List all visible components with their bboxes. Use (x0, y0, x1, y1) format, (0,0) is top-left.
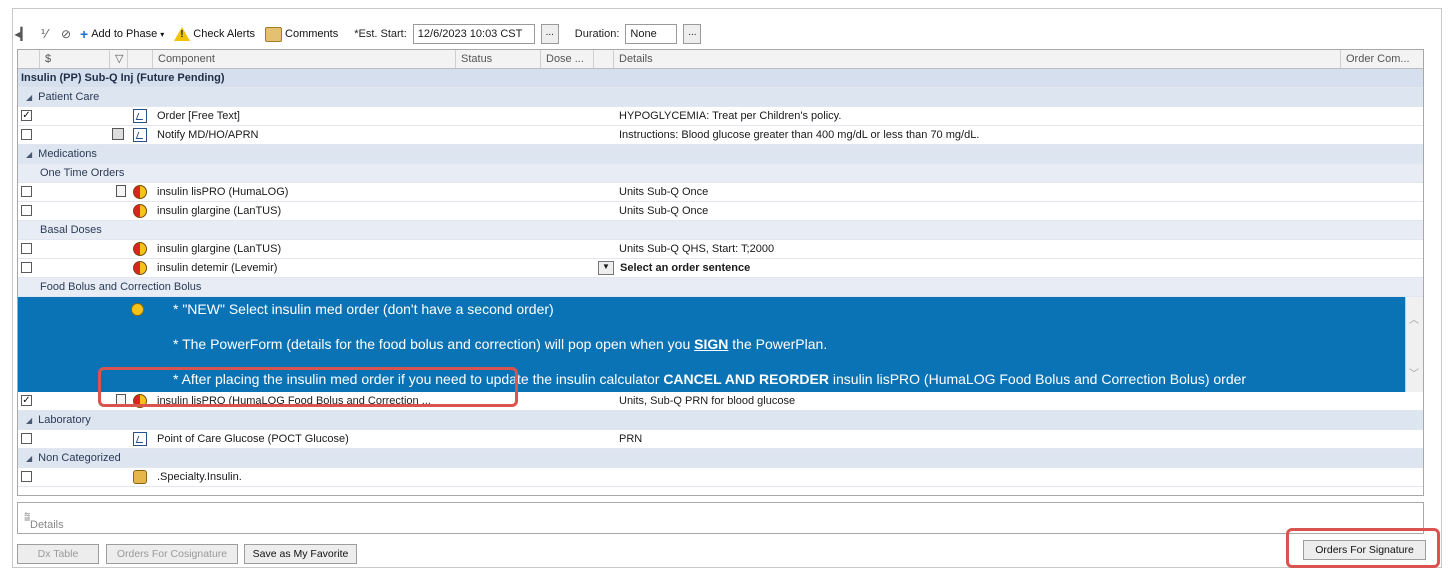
order-details: PRN (619, 433, 643, 445)
plan-title-row[interactable]: Insulin (PP) Sub-Q Inj (Future Pending) (18, 69, 1423, 88)
order-component: Notify MD/HO/APRN (157, 129, 259, 141)
add-to-phase-button[interactable]: + Add to Phase ▾ (80, 27, 164, 41)
col-select (18, 50, 40, 68)
order-checkbox[interactable] (21, 471, 32, 482)
order-details: Units Sub-Q Once (619, 205, 709, 217)
order-row[interactable]: Point of Care Glucose (POCT Glucose) PRN (18, 430, 1423, 449)
order-note-icon (133, 109, 147, 123)
save-as-favorite-button[interactable]: Save as My Favorite (244, 544, 357, 564)
grid-header: $ ▽ Component Status Dose ... Details Or… (18, 50, 1423, 69)
order-details: Units, Sub-Q PRN for blood glucose (619, 395, 796, 407)
highlight-lispro-food-order (98, 367, 518, 407)
collapse-triangle-icon[interactable]: ◢ (26, 416, 32, 425)
category-medications[interactable]: ◢ Medications (18, 145, 1423, 164)
details-pane[interactable]: ⩰ Details (17, 502, 1424, 534)
warning-icon (174, 27, 191, 41)
medication-pill-icon (133, 204, 147, 218)
col-order-comments[interactable]: Order Com... (1341, 50, 1423, 68)
specialty-icon (133, 470, 147, 484)
order-checkbox[interactable] (21, 205, 32, 216)
order-row[interactable]: insulin glargine (LanTUS) Units Sub-Q QH… (18, 240, 1423, 259)
dropdown-arrow-icon[interactable]: ▼ (598, 261, 614, 276)
col-filter[interactable]: ▽ (110, 50, 128, 68)
order-component: Order [Free Text] (157, 110, 240, 122)
plus-icon: + (80, 26, 89, 42)
order-checkbox[interactable] (21, 243, 32, 254)
highlight-orders-for-signature (1286, 528, 1440, 568)
collapse-arrow-icon[interactable]: ◂▎ (14, 26, 30, 42)
collapse-triangle-icon[interactable]: ◢ (26, 454, 32, 463)
order-checkbox[interactable]: ✓ (21, 395, 32, 406)
category-patient-care[interactable]: ◢ Patient Care (18, 88, 1423, 107)
banner-line-1: * "NEW" Select insulin med order (don't … (173, 301, 554, 317)
reference-doc-icon[interactable] (112, 128, 124, 140)
order-sentence-dropdown[interactable]: ▼ Select an order sentence (598, 259, 750, 277)
order-note-icon (133, 128, 147, 142)
scroll-down-icon[interactable]: ﹀ (1409, 365, 1419, 380)
duration-picker-button[interactable]: ... (683, 24, 702, 44)
duration-label: Duration: (574, 28, 620, 40)
subcategory-basal: Basal Doses (18, 221, 1423, 240)
dropdown-caret-icon: ▾ (160, 29, 165, 39)
order-note-icon (133, 432, 147, 446)
order-component: insulin glargine (LanTUS) (157, 243, 282, 255)
comments-button[interactable]: Comments (265, 26, 338, 42)
col-spacer (594, 50, 614, 68)
order-row[interactable]: insulin lisPRO (HumaLOG) Units Sub-Q Onc… (18, 183, 1423, 202)
order-component: Point of Care Glucose (POCT Glucose) (157, 433, 349, 445)
toolbar: ◂▎ ⅟ ⊘ + Add to Phase▾ Check Alerts Comm… (14, 22, 702, 46)
order-row[interactable]: insulin glargine (LanTUS) Units Sub-Q On… (18, 202, 1423, 221)
check-alerts-button[interactable]: Check Alerts (174, 27, 255, 41)
category-laboratory[interactable]: ◢ Laboratory (18, 411, 1423, 430)
reference-doc-icon[interactable] (116, 185, 126, 197)
col-dollar[interactable]: $ (40, 50, 110, 68)
order-checkbox[interactable] (21, 433, 32, 444)
orders-for-cosignature-button[interactable]: Orders For Cosignature (106, 544, 238, 564)
order-component: insulin glargine (LanTUS) (157, 205, 282, 217)
order-row[interactable]: .Specialty.Insulin. (18, 468, 1423, 487)
cancel-circle-icon[interactable]: ⊘ (58, 26, 74, 42)
order-row[interactable]: insulin detemir (Levemir) ▼ Select an ord… (18, 259, 1423, 278)
order-component: insulin detemir (Levemir) (157, 262, 278, 274)
orders-grid: $ ▽ Component Status Dose ... Details Or… (17, 49, 1424, 496)
est-start-field[interactable]: 12/6/2023 10:03 CST (412, 24, 535, 44)
lightbulb-icon (131, 303, 144, 316)
banner-line-2: * The PowerForm (details for the food bo… (173, 336, 828, 352)
order-details: Units Sub-Q QHS, Start: T;2000 (619, 243, 775, 255)
dx-table-button[interactable]: Dx Table (17, 544, 99, 564)
medication-pill-icon (133, 185, 147, 199)
order-checkbox[interactable] (21, 186, 32, 197)
order-checkbox[interactable]: ✓ (21, 110, 32, 121)
category-non-categorized[interactable]: ◢ Non Categorized (18, 449, 1423, 468)
subcategory-food-bolus: Food Bolus and Correction Bolus (18, 278, 1423, 297)
col-component[interactable]: Component (153, 50, 456, 68)
est-start-picker-button[interactable]: ... (540, 24, 559, 44)
col-icon (128, 50, 153, 68)
col-dose[interactable]: Dose ... (541, 50, 594, 68)
order-details: Units Sub-Q Once (619, 186, 709, 198)
order-component: .Specialty.Insulin. (157, 471, 242, 483)
comments-icon (265, 26, 283, 42)
order-checkbox[interactable] (21, 262, 32, 273)
phase-icon[interactable]: ⅟ (36, 26, 52, 42)
scroll-up-icon[interactable]: ︿ (1409, 311, 1419, 326)
order-details: HYPOGLYCEMIA: Treat per Children's polic… (619, 110, 842, 122)
subcategory-one-time: One Time Orders (18, 164, 1423, 183)
order-component: insulin lisPRO (HumaLOG) (157, 186, 289, 198)
collapse-triangle-icon[interactable]: ◢ (26, 93, 32, 102)
order-details: Instructions: Blood glucose greater than… (619, 129, 980, 141)
order-checkbox[interactable] (21, 129, 32, 140)
est-start-label: *Est. Start: (354, 28, 407, 40)
col-status[interactable]: Status (456, 50, 541, 68)
duration-field[interactable]: None (625, 24, 678, 44)
order-row[interactable]: Notify MD/HO/APRN Instructions: Blood gl… (18, 126, 1423, 145)
col-details[interactable]: Details (614, 50, 1341, 68)
medication-pill-icon (133, 261, 147, 275)
details-label: ⩰ Details (24, 511, 64, 531)
collapse-triangle-icon[interactable]: ◢ (26, 150, 32, 159)
medication-pill-icon (133, 242, 147, 256)
order-row[interactable]: ✓ Order [Free Text] HYPOGLYCEMIA: Treat … (18, 107, 1423, 126)
banner-scrollbar[interactable]: ︿ ﹀ (1405, 297, 1423, 392)
